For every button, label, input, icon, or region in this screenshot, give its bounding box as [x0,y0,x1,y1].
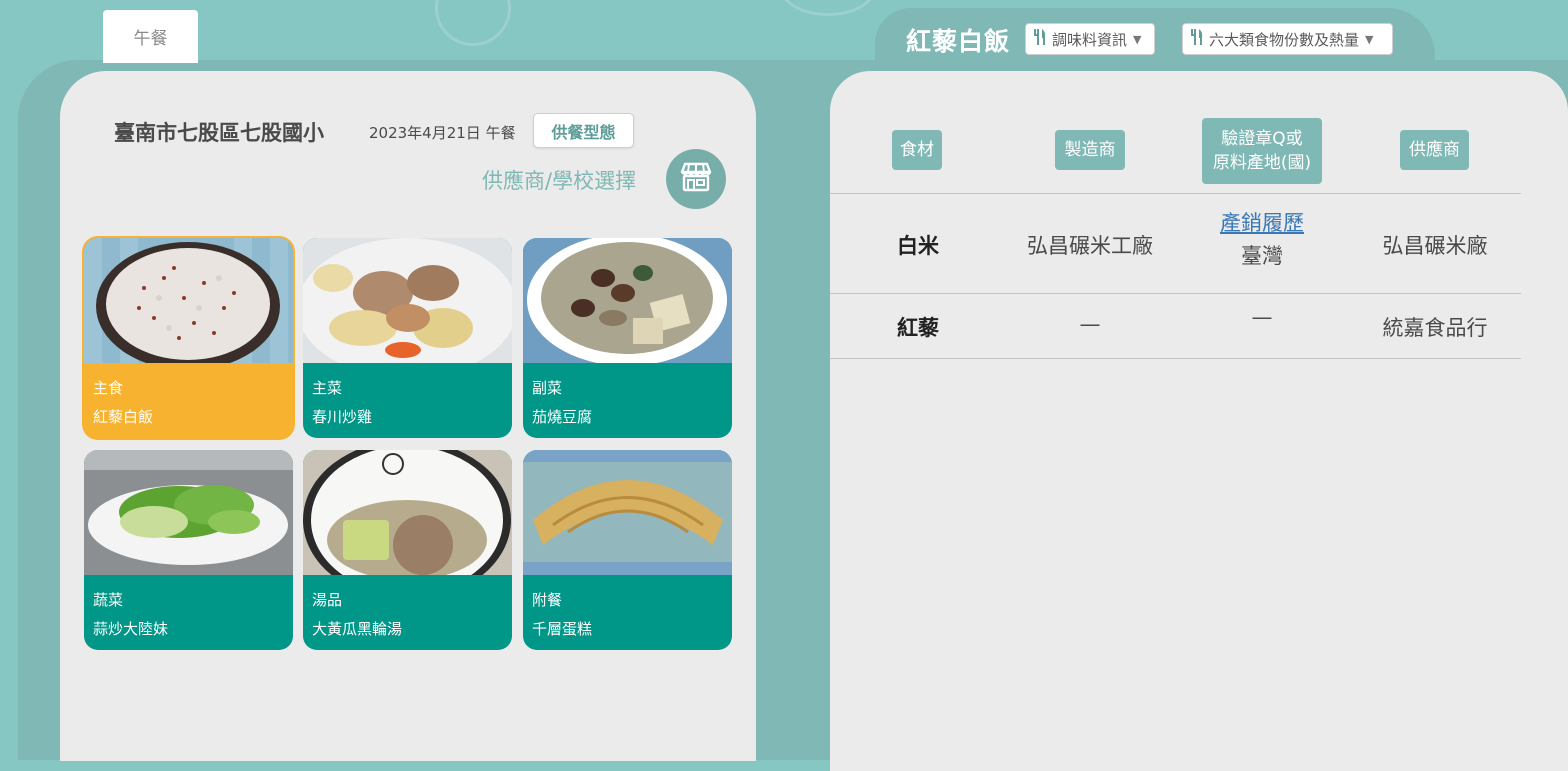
dish-card-vegetable[interactable]: 蔬菜 蒜炒大陸妹 [84,450,293,650]
dish-card-staple[interactable]: 主食 紅藜白飯 [84,238,293,438]
store-select-button[interactable] [666,149,726,209]
dish-photo [84,450,293,575]
dish-photo [523,238,732,366]
row2-manufacturer: — [1079,312,1101,336]
dish-photo [303,450,512,600]
header-certification-origin: 驗證章Q或 原料產地(國) [1202,118,1322,184]
table-divider [830,293,1521,294]
food-groups-label: 六大類食物份數及熱量 [1209,30,1360,49]
dish-name: 茄燒豆腐 [532,408,593,426]
row1-origin: 臺灣 [1241,244,1283,268]
supplier-school-select-label[interactable]: 供應商/學校選擇 [482,165,636,195]
dish-category: 附餐 [532,591,563,609]
school-name: 臺南市七股區七股國小 [114,121,324,145]
dish-card-main[interactable]: 主菜 春川炒雞 [303,238,512,438]
dish-name: 春川炒雞 [312,408,373,426]
store-icon [679,162,713,196]
dish-name: 蒜炒大陸妹 [93,620,169,638]
header-manufacturer: 製造商 [1055,130,1125,170]
tab-lunch[interactable]: 午餐 [103,10,198,63]
utensils-icon [1191,29,1203,49]
dish-photo [84,238,293,370]
background-decoration [780,0,876,16]
supply-type-button[interactable]: 供餐型態 [533,113,634,148]
seasoning-info-dropdown[interactable]: 調味料資訊 ▼ [1025,23,1155,55]
row2-supplier: 統嘉食品行 [1382,316,1488,340]
dish-detail-title: 紅藜白飯 [906,27,1011,56]
dish-name: 大黃瓜黑輪湯 [312,620,403,638]
row2-ingredient: 紅藜 [897,316,939,340]
header-ingredient: 食材 [892,130,942,170]
dish-name: 千層蛋糕 [532,620,593,638]
table-divider [830,193,1521,194]
row1-supplier: 弘昌碾米廠 [1382,234,1488,258]
header-supplier: 供應商 [1400,130,1469,170]
utensils-icon [1034,29,1046,49]
dish-category: 蔬菜 [93,591,124,609]
meal-date: 2023年4月21日 午餐 [369,124,516,142]
row2-origin: — [1251,305,1273,329]
row1-manufacturer: 弘昌碾米工廠 [1027,234,1153,258]
dish-category: 主食 [93,379,124,397]
header-cert-line2: 原料產地(國) [1212,153,1312,173]
chevron-down-icon: ▼ [1365,32,1374,46]
dish-name: 紅藜白飯 [93,408,154,426]
dish-card-soup[interactable]: 湯品 大黃瓜黑輪湯 [303,450,512,650]
traceability-link[interactable]: 產銷履歷 [1190,207,1334,237]
row1-ingredient: 白米 [897,234,939,258]
seasoning-info-label: 調味料資訊 [1052,30,1128,49]
ingredient-detail-card [830,71,1568,771]
food-groups-dropdown[interactable]: 六大類食物份數及熱量 ▼ [1182,23,1393,55]
dish-card-extra[interactable]: 附餐 千層蛋糕 [523,450,732,650]
dish-photo [303,238,512,378]
background-decoration [435,0,511,46]
dish-card-side[interactable]: 副菜 茄燒豆腐 [523,238,732,438]
dish-photo [523,450,732,575]
header-cert-line1: 驗證章Q或 [1221,129,1303,149]
table-divider [830,358,1521,359]
dish-category: 主菜 [312,379,343,397]
chevron-down-icon: ▼ [1133,32,1142,46]
dish-category: 副菜 [532,379,563,397]
dish-category: 湯品 [312,591,343,609]
